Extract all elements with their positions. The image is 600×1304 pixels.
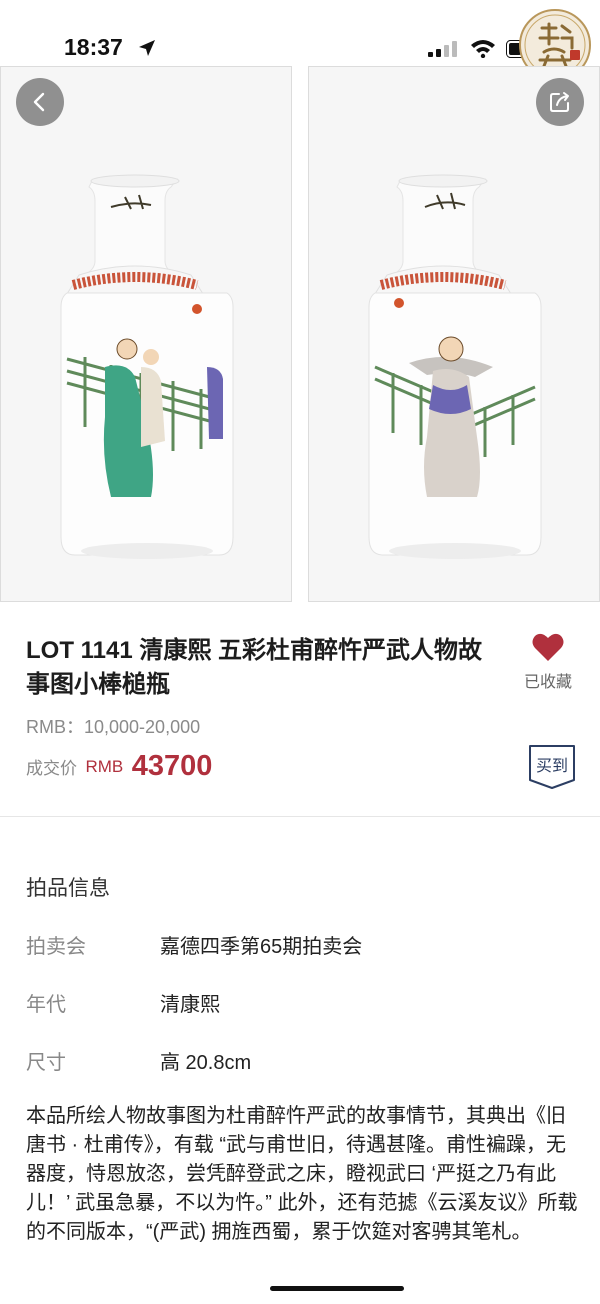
cellular-signal-icon <box>428 41 457 57</box>
heart-icon <box>532 633 564 661</box>
info-value: 嘉德四季第65期拍卖会 <box>160 936 363 958</box>
location-arrow-icon <box>139 40 155 56</box>
info-key: 拍卖会 <box>26 936 86 958</box>
info-key: 年代 <box>26 994 66 1016</box>
vase-photo-front[interactable] <box>0 66 292 602</box>
info-value: 高 20.8cm <box>160 1052 252 1074</box>
deal-price: 43700 <box>131 750 213 782</box>
buy-badge-button[interactable]: 买到 <box>528 744 576 790</box>
share-icon <box>550 92 569 112</box>
section-title: 拍品信息 <box>26 877 110 900</box>
deal-currency: RMB <box>85 756 124 776</box>
vase-photo-back[interactable] <box>308 66 600 602</box>
status-time: 18:37 <box>64 34 123 60</box>
favorite-button[interactable]: 已收藏 <box>516 632 580 692</box>
deal-label: 成交价 <box>26 759 77 778</box>
lot-title: LOT 1141 清康熙 五彩杜甫醉忤严武人物故事图小棒槌瓶 <box>26 637 483 698</box>
home-indicator[interactable] <box>270 1286 404 1291</box>
wifi-icon <box>471 40 495 58</box>
share-button[interactable] <box>536 78 584 126</box>
deal-price-row: 成交价 RMB 43700 <box>26 750 212 786</box>
chevron-left-icon <box>33 92 45 112</box>
back-button[interactable] <box>16 78 64 126</box>
estimate-range: RMB：10,000-20,000 <box>26 717 201 737</box>
info-value: 清康熙 <box>160 994 220 1016</box>
favorite-label: 已收藏 <box>523 674 572 691</box>
buy-badge-label: 买到 <box>535 758 568 775</box>
info-key: 尺寸 <box>26 1052 66 1074</box>
status-bar: 18:37 <box>0 0 600 81</box>
lot-image-gallery[interactable] <box>0 66 600 604</box>
section-divider <box>0 816 600 817</box>
lot-description: 本品所绘人物故事图为杜甫醉忤严武的故事情节，其典出《旧唐书 · 杜甫传》，有载 … <box>26 1105 578 1243</box>
